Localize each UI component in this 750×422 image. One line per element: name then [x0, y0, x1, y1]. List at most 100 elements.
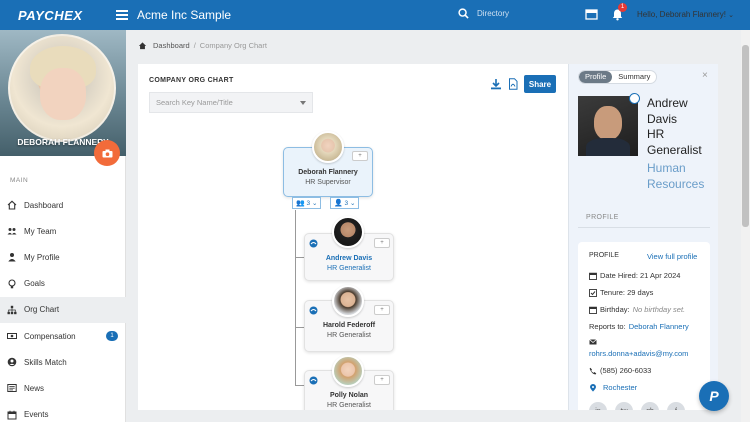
- profile-department[interactable]: Human Resources: [647, 161, 717, 192]
- calendar-icon: [589, 272, 597, 280]
- twitter-icon[interactable]: tw: [615, 402, 633, 410]
- close-icon[interactable]: ×: [702, 70, 708, 81]
- sidebar-item-my-team[interactable]: My Team: [0, 218, 126, 244]
- add-report-button[interactable]: +: [374, 238, 390, 248]
- search-icon[interactable]: [458, 8, 469, 19]
- profile-name-title: Andrew Davis HR Generalist: [647, 96, 717, 158]
- tab-profile[interactable]: Profile: [579, 71, 613, 83]
- profile-dept-2: Resources: [647, 176, 705, 191]
- breadcrumb-dashboard-link[interactable]: Dashboard: [153, 41, 190, 50]
- sidebar-item-label: Dashboard: [24, 200, 64, 210]
- facebook-icon[interactable]: f: [667, 402, 685, 410]
- download-icon[interactable]: [490, 78, 502, 90]
- tab-summary[interactable]: Summary: [612, 71, 656, 83]
- greeting-text: Hello, Deborah Flannery!: [637, 10, 726, 19]
- notification-badge: 1: [618, 3, 627, 12]
- share-button[interactable]: Share: [524, 75, 556, 93]
- inbox-icon[interactable]: [585, 8, 598, 21]
- birthday-row: Birthday: No birthday set.: [589, 305, 685, 314]
- sidebar-item-events[interactable]: Events: [0, 402, 126, 422]
- user-icon: 👤: [334, 200, 343, 207]
- sidebar-item-org-chart[interactable]: Org Chart: [0, 296, 126, 323]
- profile-link-icon[interactable]: [309, 239, 318, 248]
- profile-card-heading: PROFILE: [589, 252, 619, 259]
- sidebar-item-news[interactable]: News: [0, 375, 126, 401]
- social-links: in tw gh f: [589, 402, 685, 410]
- chevron-down-icon: ⌄: [311, 200, 318, 207]
- profile-link-icon[interactable]: [309, 376, 318, 385]
- email-row: [589, 338, 600, 346]
- add-label: +: [380, 240, 384, 246]
- sidebar-item-compensation[interactable]: Compensation 1: [0, 323, 126, 349]
- divider: [578, 227, 710, 228]
- org-node-avatar: [332, 285, 364, 317]
- add-label: +: [358, 153, 362, 159]
- paychex-logo[interactable]: PAYCHEX: [18, 8, 98, 23]
- bulb-icon: [8, 279, 16, 288]
- add-report-button[interactable]: +: [352, 151, 368, 161]
- profile-panel: Profile Summary × Andrew Davis HR Genera…: [568, 64, 718, 410]
- sidebar-item-label: Compensation: [24, 331, 76, 341]
- key-name-search[interactable]: [149, 92, 313, 113]
- map-pin-icon: [590, 383, 596, 392]
- org-chart-card: COMPANY ORG CHART Share Deborah Flannery…: [138, 64, 568, 410]
- user-icon: [8, 253, 16, 262]
- org-node-name: Andrew Davis: [325, 255, 373, 262]
- reports-to-link[interactable]: Deborah Flannery: [629, 322, 689, 331]
- sidebar-item-dashboard[interactable]: Dashboard: [0, 192, 126, 218]
- profile-first-name: Andrew: [647, 96, 688, 110]
- menu-icon[interactable]: [116, 10, 128, 20]
- birthday-label: Birthday:: [600, 305, 630, 314]
- sidebar-item-label: Events: [24, 410, 49, 420]
- sidebar-item-goals[interactable]: Goals: [0, 271, 126, 297]
- home-icon: [138, 42, 147, 50]
- direct-count: 3: [344, 199, 349, 207]
- linkedin-icon[interactable]: in: [589, 402, 607, 410]
- profile-link-icon[interactable]: [629, 93, 640, 104]
- key-name-search-input[interactable]: [156, 98, 300, 107]
- sidebar-item-skills-match[interactable]: Skills Match: [0, 349, 126, 375]
- direct-count-toggle[interactable]: 👤 3 ⌄: [330, 197, 360, 209]
- sidebar-item-my-profile[interactable]: My Profile: [0, 244, 126, 270]
- help-button[interactable]: P: [699, 381, 729, 411]
- birthday-value: No birthday set.: [632, 305, 686, 314]
- breadcrumb-separator: /: [193, 41, 196, 50]
- compensation-badge: 1: [106, 331, 118, 342]
- profile-link-icon[interactable]: [309, 306, 318, 315]
- team-count-toggle[interactable]: 👥 3 ⌄: [292, 197, 322, 209]
- add-report-button[interactable]: +: [374, 375, 390, 385]
- sidebar-item-label: Goals: [24, 279, 45, 289]
- org-connector: [295, 327, 304, 328]
- sidebar-item-label: My Profile: [24, 252, 60, 262]
- camera-icon: [102, 149, 112, 157]
- add-report-button[interactable]: +: [374, 305, 390, 315]
- location-link[interactable]: Rochester: [603, 383, 637, 392]
- profile-hero: DEBORAH FLANNERY: [0, 30, 126, 156]
- profile-details-card: PROFILE View full profile Date Hired: 21…: [578, 242, 710, 410]
- org-chart-title: COMPANY ORG CHART: [149, 77, 234, 84]
- org-chart-icon: [7, 305, 17, 315]
- directory-search-input[interactable]: [477, 9, 577, 18]
- view-full-profile-link[interactable]: View full profile: [647, 252, 697, 261]
- user-greeting-menu[interactable]: Hello, Deborah Flannery! ⌄: [637, 10, 734, 19]
- sidebar-item-label: My Team: [24, 226, 57, 236]
- email-link[interactable]: rohrs.donna+adavis@my.com: [589, 349, 688, 358]
- reports-to-row: Reports to: Deborah Flannery: [589, 322, 689, 331]
- profile-title-2: Generalist: [647, 142, 702, 157]
- chevron-down-icon: ⌄: [728, 12, 735, 19]
- org-node-avatar: [332, 355, 364, 387]
- add-label: +: [380, 307, 384, 313]
- page-scrollbar[interactable]: [741, 30, 750, 422]
- org-node-avatar: [312, 131, 344, 163]
- sidebar-item-label: Skills Match: [24, 357, 67, 367]
- app-title: Acme Inc Sample: [137, 8, 232, 22]
- change-photo-button[interactable]: [94, 140, 120, 166]
- scroll-thumb[interactable]: [742, 45, 749, 227]
- pdf-icon[interactable]: [507, 78, 519, 90]
- github-icon[interactable]: gh: [641, 402, 659, 410]
- phone-row: (585) 260-6033: [589, 366, 651, 375]
- user-circle-icon: [7, 357, 17, 367]
- calendar-icon: [7, 410, 17, 420]
- org-node-title: HR Supervisor: [305, 179, 351, 186]
- org-node-title: HR Generalist: [327, 265, 371, 272]
